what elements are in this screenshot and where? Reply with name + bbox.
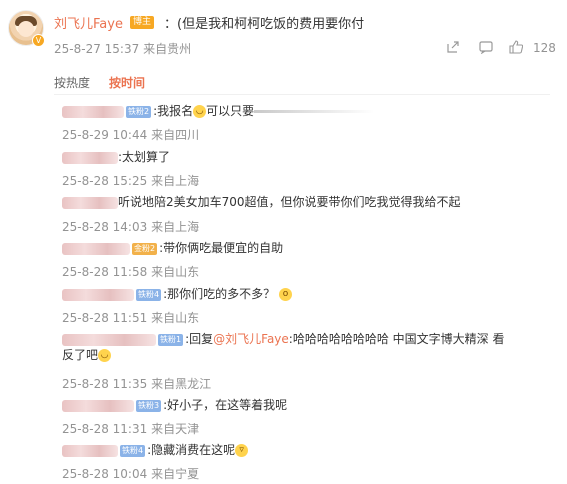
blurred-username <box>62 399 134 412</box>
mention-link[interactable]: @刘飞儿Faye <box>213 332 289 346</box>
reply-text: :隐藏消费在这呢 <box>147 443 236 457</box>
blurred-text <box>254 110 375 113</box>
post-author-name[interactable]: 刘飞儿Faye <box>54 13 123 32</box>
reply-7-meta: 25-8-28 11:31 来自天津 <box>62 420 199 437</box>
reply-date: 25-8-28 15:25 <box>62 174 148 188</box>
reply-location: 来自山东 <box>151 265 200 279</box>
emoji-icon: ◡ <box>98 349 112 362</box>
blurred-username <box>62 196 118 209</box>
blurred-username <box>62 444 118 457</box>
emoji-icon: o <box>278 288 292 301</box>
reply-text-after: 可以只要 <box>206 104 255 118</box>
reply-text: :回复 <box>185 332 214 346</box>
share-icon[interactable] <box>446 40 460 54</box>
emoji-icon: ▿ <box>235 444 249 457</box>
post-text: ：(但是我和柯柯吃饭的费用要你付 <box>164 17 365 32</box>
reply-5: 铁粉4:那你们吃的多不多？ o <box>62 286 292 302</box>
reply-3: 听说地陪2美女加车700超值，但你说要带你们吃我觉得我给不起 <box>62 194 461 210</box>
reply-date: 25-8-28 10:04 <box>62 467 148 481</box>
reply-6: 铁粉1:回复@刘飞儿Faye:哈哈哈哈哈哈哈哈 中国文字博大精深 看反了吧 ◡ <box>62 331 550 363</box>
reply-1: 铁粉2:我报名 ◡ 可以只要 <box>62 103 375 119</box>
reply-date: 25-8-28 14:03 <box>62 220 148 234</box>
blurred-username <box>62 105 124 118</box>
reply-8: 铁粉4:隐藏消费在这呢 ▿ <box>62 442 249 458</box>
reply-text: :我报名 <box>153 104 194 118</box>
reply-7: 铁粉3:好小子，在这等着我呢 <box>62 397 287 413</box>
reply-date: 25-8-28 11:31 <box>62 422 148 436</box>
blogger-tag: 博主 <box>130 16 155 29</box>
reply-5-meta: 25-8-28 11:51 来自山东 <box>62 309 199 326</box>
fan-badge: 铁粉4 <box>136 288 162 301</box>
reply-text-line2: 反了吧 <box>62 348 99 362</box>
reply-6-meta: 25-8-28 11:35 来自黑龙江 <box>62 375 211 392</box>
reply-4: 金粉2:带你俩吃最便宜的自助 <box>62 240 283 256</box>
fan-badge: 金粉2 <box>132 242 158 255</box>
reply-text: :那你们吃的多不多？ <box>163 287 276 301</box>
blurred-username <box>62 151 118 164</box>
sort-by-time-tab[interactable]: 按时间 <box>109 74 145 91</box>
reply-location: 来自四川 <box>151 128 200 142</box>
reply-location: 来自上海 <box>151 220 200 234</box>
post-date: 25-8-27 15:37 <box>54 42 140 56</box>
post-meta: 25-8-27 15:37 来自贵州 <box>54 40 191 57</box>
blurred-username <box>62 333 156 346</box>
reply-date: 25-8-28 11:51 <box>62 311 148 325</box>
reply-date: 25-8-28 11:35 <box>62 377 148 391</box>
reply-date: 25-8-28 11:58 <box>62 265 148 279</box>
verified-badge-icon: V <box>32 34 45 47</box>
emoji-icon: ◡ <box>193 105 207 118</box>
reply-location: 来自黑龙江 <box>151 377 212 391</box>
fan-badge: 铁粉1 <box>158 333 184 346</box>
reply-location: 来自天津 <box>151 422 200 436</box>
reply-text: 听说地陪2美女加车700超值，但你说要带你们吃我觉得我给不起 <box>118 195 461 209</box>
comment-icon[interactable] <box>479 40 493 55</box>
reply-text: :太划算了 <box>118 150 171 164</box>
fan-badge: 铁粉3 <box>136 399 162 412</box>
reply-date: 25-8-29 10:44 <box>62 128 148 142</box>
sort-by-hot-tab[interactable]: 按热度 <box>54 74 90 91</box>
divider <box>54 94 550 95</box>
reply-text: :好小子，在这等着我呢 <box>163 398 288 412</box>
fan-badge: 铁粉4 <box>120 444 146 457</box>
reply-1-meta: 25-8-29 10:44 来自四川 <box>62 126 199 143</box>
post-location: 来自贵州 <box>143 42 192 56</box>
fan-badge: 铁粉2 <box>126 105 152 118</box>
reply-8-meta: 25-8-28 10:04 来自宁夏 <box>62 465 199 482</box>
reply-text-after: :哈哈哈哈哈哈哈哈 中国文字博大精深 看 <box>288 332 505 346</box>
blurred-username <box>62 288 134 301</box>
reply-location: 来自上海 <box>151 174 200 188</box>
blurred-username <box>62 242 130 255</box>
like-icon[interactable] <box>509 40 524 54</box>
reply-2: :太划算了 <box>62 149 170 165</box>
like-count: 128 <box>533 41 556 55</box>
reply-2-meta: 25-8-28 15:25 来自上海 <box>62 172 199 189</box>
reply-3-meta: 25-8-28 14:03 来自上海 <box>62 218 199 235</box>
reply-4-meta: 25-8-28 11:58 来自山东 <box>62 263 199 280</box>
reply-location: 来自山东 <box>151 311 200 325</box>
reply-location: 来自宁夏 <box>151 467 200 481</box>
reply-text: :带你俩吃最便宜的自助 <box>159 241 284 255</box>
